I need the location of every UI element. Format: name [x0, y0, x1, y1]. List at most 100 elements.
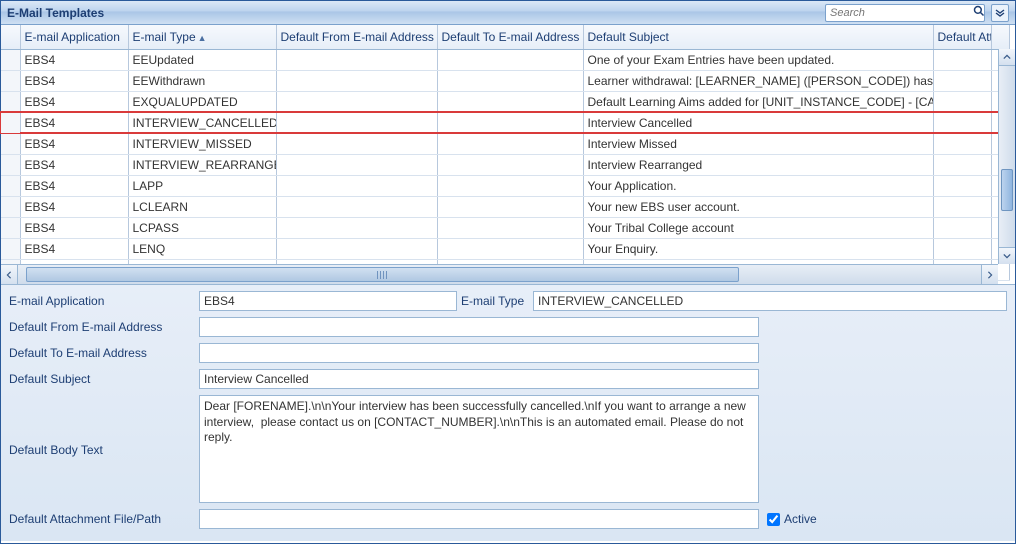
table-row[interactable]: EBS4INTERVIEW_CANCELLED Interview Cancell… [1, 112, 1009, 133]
cell-subject[interactable]: Learner withdrawal: [LEARNER_NAME] ([PER… [583, 70, 933, 91]
cell-subject[interactable]: Default Learning Aims added for [UNIT_IN… [583, 91, 933, 112]
table-row[interactable]: EBS4EEUpdatedOne of your Exam Entries ha… [1, 49, 1009, 70]
cell-type[interactable]: INTERVIEW_CANCELLED [128, 112, 276, 133]
cell-to[interactable] [437, 112, 583, 133]
row-selector[interactable] [1, 133, 20, 154]
label-active[interactable]: Active [784, 512, 817, 526]
table-row[interactable]: EBS4LAPPYour Application. [1, 175, 1009, 196]
search-icon[interactable] [973, 5, 985, 20]
grid-header-type[interactable]: E-mail Type▲ [128, 25, 276, 49]
cell-from[interactable] [276, 196, 437, 217]
search-input[interactable] [830, 7, 973, 19]
cell-type[interactable]: EEWithdrawn [128, 70, 276, 91]
cell-app[interactable]: EBS4 [20, 217, 128, 238]
cell-attach[interactable] [933, 49, 991, 70]
cell-type[interactable]: INTERVIEW_REARRANGED [128, 154, 276, 175]
grid-header-app[interactable]: E-mail Application [20, 25, 128, 49]
cell-app[interactable]: EBS4 [20, 91, 128, 112]
scroll-track-horizontal[interactable] [18, 265, 981, 284]
cell-from[interactable] [276, 238, 437, 259]
cell-app[interactable]: EBS4 [20, 154, 128, 175]
scroll-thumb-horizontal[interactable] [26, 267, 739, 282]
templates-grid[interactable]: E-mail Application E-mail Type▲ Default … [1, 25, 1010, 281]
scroll-right-button[interactable] [981, 265, 998, 284]
cell-attach[interactable] [933, 175, 991, 196]
input-body[interactable] [199, 395, 759, 503]
horizontal-scrollbar[interactable] [1, 264, 998, 284]
cell-app[interactable]: EBS4 [20, 112, 128, 133]
cell-type[interactable]: LAPP [128, 175, 276, 196]
cell-attach[interactable] [933, 70, 991, 91]
grid-header-attach[interactable]: Default Att [933, 25, 991, 49]
cell-attach[interactable] [933, 238, 991, 259]
cell-from[interactable] [276, 175, 437, 196]
scroll-left-button[interactable] [1, 265, 18, 284]
input-app[interactable] [199, 291, 457, 311]
row-selector[interactable] [1, 196, 20, 217]
cell-app[interactable]: EBS4 [20, 49, 128, 70]
cell-subject[interactable]: Interview Cancelled [583, 112, 933, 133]
cell-from[interactable] [276, 70, 437, 91]
cell-subject[interactable]: Your new EBS user account. [583, 196, 933, 217]
grid-header-to[interactable]: Default To E-mail Address [437, 25, 583, 49]
row-selector[interactable] [1, 70, 20, 91]
cell-type[interactable]: LCLEARN [128, 196, 276, 217]
input-attach[interactable] [199, 509, 759, 529]
row-selector[interactable] [1, 217, 20, 238]
cell-from[interactable] [276, 49, 437, 70]
cell-app[interactable]: EBS4 [20, 175, 128, 196]
cell-type[interactable]: INTERVIEW_MISSED [128, 133, 276, 154]
cell-to[interactable] [437, 175, 583, 196]
grid-header-subject[interactable]: Default Subject [583, 25, 933, 49]
cell-subject[interactable]: Your Tribal College account [583, 217, 933, 238]
cell-attach[interactable] [933, 217, 991, 238]
table-row[interactable]: EBS4EEWithdrawn Learner withdrawal: [LEAR… [1, 70, 1009, 91]
checkbox-active[interactable] [767, 513, 780, 526]
scroll-down-button[interactable] [999, 247, 1015, 264]
cell-app[interactable]: EBS4 [20, 133, 128, 154]
scroll-up-button[interactable] [999, 49, 1015, 66]
table-row[interactable]: EBS4LCLEARN Your new EBS user account. [1, 196, 1009, 217]
row-selector[interactable] [1, 49, 20, 70]
row-selector[interactable] [1, 112, 20, 133]
cell-attach[interactable] [933, 133, 991, 154]
cell-type[interactable]: LCPASS [128, 217, 276, 238]
cell-subject[interactable]: Interview Missed [583, 133, 933, 154]
cell-from[interactable] [276, 91, 437, 112]
cell-app[interactable]: EBS4 [20, 238, 128, 259]
row-selector[interactable] [1, 175, 20, 196]
cell-to[interactable] [437, 70, 583, 91]
input-type[interactable] [533, 291, 1007, 311]
cell-to[interactable] [437, 238, 583, 259]
table-row[interactable]: EBS4LENQYour Enquiry. [1, 238, 1009, 259]
cell-to[interactable] [437, 196, 583, 217]
cell-attach[interactable] [933, 196, 991, 217]
cell-type[interactable]: LENQ [128, 238, 276, 259]
row-selector[interactable] [1, 154, 20, 175]
scroll-thumb-vertical[interactable] [1001, 169, 1013, 211]
table-row[interactable]: EBS4LCPASS Your Tribal College account [1, 217, 1009, 238]
grid-header-from[interactable]: Default From E-mail Address [276, 25, 437, 49]
cell-to[interactable] [437, 217, 583, 238]
cell-from[interactable] [276, 133, 437, 154]
row-selector[interactable] [1, 91, 20, 112]
cell-to[interactable] [437, 91, 583, 112]
cell-from[interactable] [276, 112, 437, 133]
table-row[interactable]: EBS4INTERVIEW_MISSED Interview Missed [1, 133, 1009, 154]
cell-to[interactable] [437, 49, 583, 70]
cell-to[interactable] [437, 154, 583, 175]
collapse-toggle[interactable] [991, 4, 1009, 22]
input-to[interactable] [199, 343, 759, 363]
cell-attach[interactable] [933, 112, 991, 133]
cell-app[interactable]: EBS4 [20, 70, 128, 91]
cell-attach[interactable] [933, 91, 991, 112]
cell-from[interactable] [276, 217, 437, 238]
cell-type[interactable]: EXQUALUPDATED [128, 91, 276, 112]
grid-header-selector[interactable] [1, 25, 20, 49]
input-from[interactable] [199, 317, 759, 337]
cell-app[interactable]: EBS4 [20, 196, 128, 217]
row-selector[interactable] [1, 238, 20, 259]
cell-subject[interactable]: Interview Rearranged [583, 154, 933, 175]
cell-attach[interactable] [933, 154, 991, 175]
vertical-scrollbar[interactable] [998, 49, 1015, 264]
